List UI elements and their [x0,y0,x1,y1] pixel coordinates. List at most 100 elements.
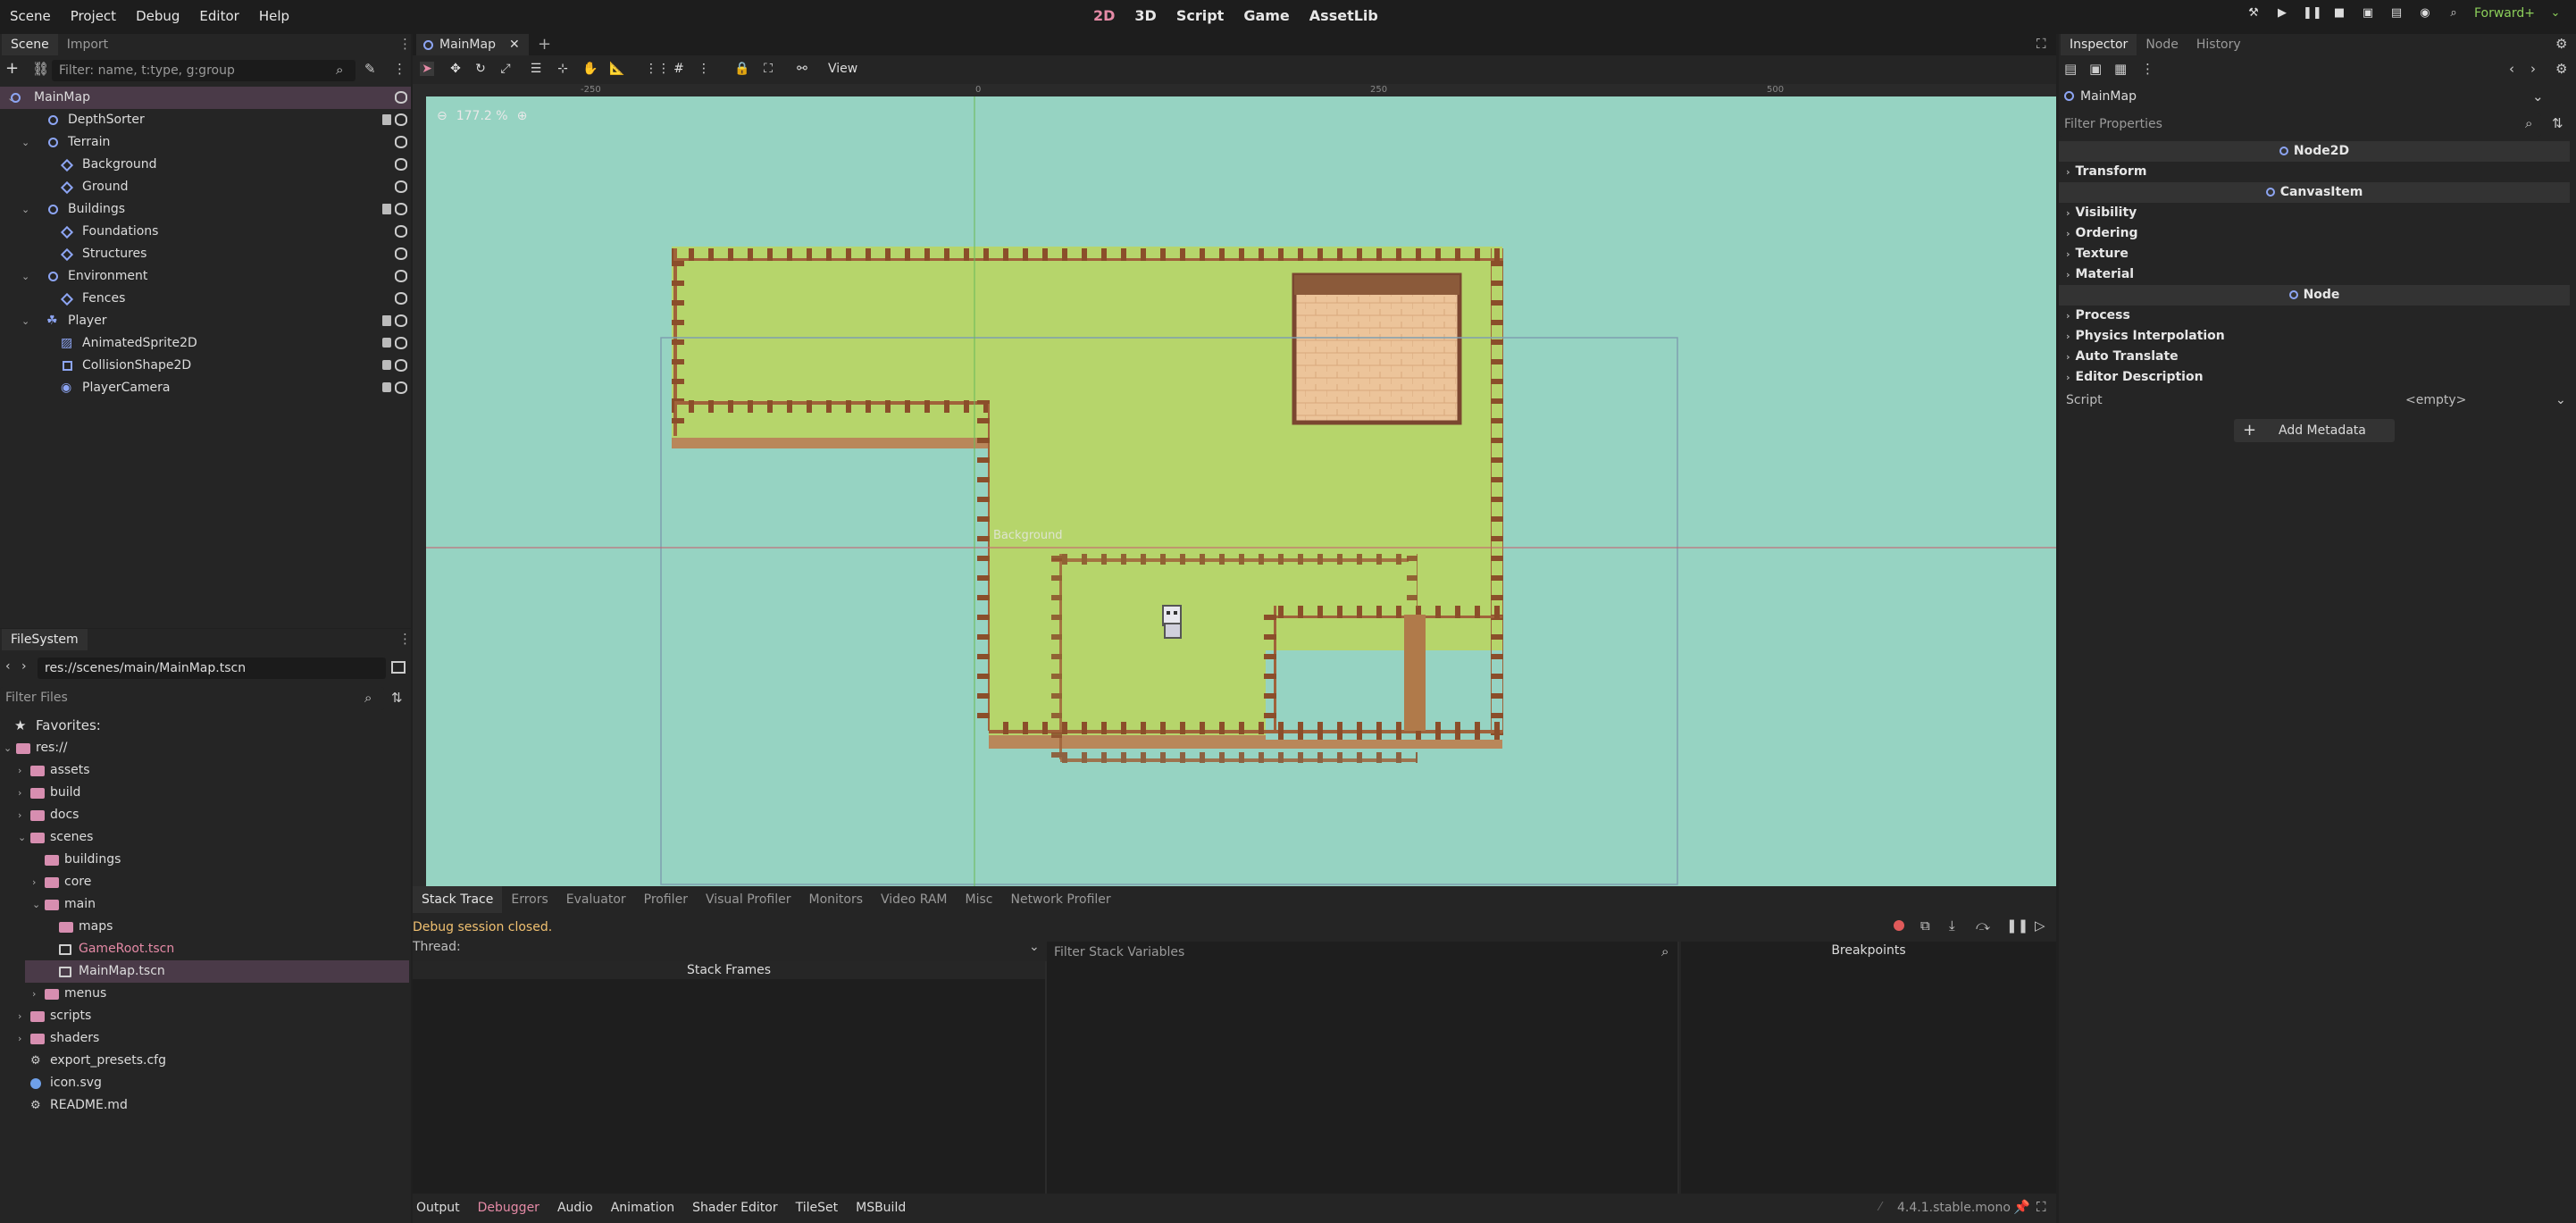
visibility-eye-icon[interactable] [395,359,407,372]
zoom-in-icon[interactable]: ⊕ [517,109,528,123]
debugger-tab-visual-profiler[interactable]: Visual Profiler [697,886,800,913]
resource-menu-icon[interactable]: ⋮ [2141,61,2154,77]
scene-filter-input[interactable]: Filter: name, t:type, g:group [52,60,355,81]
visibility-eye-icon[interactable] [395,314,407,327]
bottom-tab-shader-editor[interactable]: Shader Editor [692,1201,777,1215]
visibility-eye-icon[interactable] [395,270,407,282]
debugger-tab-errors[interactable]: Errors [502,886,556,913]
canvas-viewport[interactable]: Background ⊖ 177.2 % ⊕ [426,96,2056,886]
file-tree-item[interactable]: › assets [0,759,411,782]
scene-tree-item[interactable]: ◉ PlayerCamera [0,377,411,399]
mode-script[interactable]: Script [1176,5,1224,27]
list-select-icon[interactable]: ☰ [529,62,543,76]
script-icon[interactable] [382,315,391,326]
dock-menu-icon[interactable]: ⋮ [398,631,412,647]
path-field[interactable]: res://scenes/main/MainMap.tscn [38,658,386,679]
chevron-down-icon[interactable]: ⌄ [21,131,29,154]
visibility-eye-icon[interactable] [395,337,407,349]
mode-2d[interactable]: 2D [1093,5,1115,27]
play-scene-icon[interactable]: ▣ [2360,5,2376,21]
debugger-tab-misc[interactable]: Misc [957,886,1002,913]
file-tree-item[interactable]: › docs [0,804,411,826]
file-tree-item[interactable]: buildings [0,849,411,871]
bottom-tab-debugger[interactable]: Debugger [478,1201,539,1215]
inspector-section[interactable]: › Visibility [2066,203,2137,223]
object-menu-icon[interactable]: ⚙ [2555,61,2567,77]
link-icon[interactable]: ⛓ [32,61,49,77]
new-resource-icon[interactable]: ▤ [2064,61,2077,77]
chevron-down-icon[interactable]: ⌄ [21,310,29,332]
distraction-free-icon[interactable]: ⛶ [2037,36,2046,52]
inspector-section[interactable]: › Material [2066,264,2134,285]
debugger-tab-monitors[interactable]: Monitors [800,886,873,913]
select-tool-icon[interactable]: ➤ [420,62,434,76]
property-filter-input[interactable]: Filter Properties [2059,113,2541,137]
breakpoint-icon[interactable] [1894,920,1904,931]
scene-menu-icon[interactable]: ⋮ [393,61,406,77]
bottom-tab-tileset[interactable]: TileSet [796,1201,839,1215]
chevron-down-icon[interactable]: ⌄ [21,265,29,288]
scene-tree-item[interactable]: ⌄ ☘ Player [0,310,411,332]
visibility-eye-icon[interactable] [395,180,407,193]
lock-icon[interactable] [382,382,391,392]
script-icon[interactable] [382,204,391,214]
menu-project[interactable]: Project [61,5,126,27]
scene-tree-item[interactable]: Fences [0,288,411,310]
visibility-eye-icon[interactable] [395,203,407,215]
bottom-tab-audio[interactable]: Audio [557,1201,593,1215]
file-tree-item[interactable]: ⚙ README.md [0,1094,411,1117]
history-forward-icon[interactable]: › [2530,61,2536,77]
add-node-icon[interactable]: + [5,59,19,78]
visibility-eye-icon[interactable] [395,158,407,171]
file-tree-item[interactable]: ⚙ export_presets.cfg [0,1050,411,1072]
visibility-eye-icon[interactable] [395,225,407,238]
group-icon[interactable]: ⛶ [761,62,775,76]
scene-tree-item[interactable]: CollisionShape2D [0,355,411,377]
zoom-out-icon[interactable]: ⊖ [437,109,447,123]
file-tree-item[interactable]: › shaders [0,1027,411,1050]
step-over-icon[interactable]: ⤼ [1976,917,1990,934]
scene-tree-item[interactable]: ⌄ MainMap [0,87,411,109]
renderer-select[interactable]: Forward+ [2474,6,2535,21]
filter-options-icon[interactable]: ⇅ [2552,115,2563,131]
thread-selector[interactable]: Thread: ⌄ [413,940,1045,958]
bottom-tab-msbuild[interactable]: MSBuild [856,1201,906,1215]
snap-options-icon[interactable]: ⋮ [697,62,711,76]
scene-tree-item[interactable]: DepthSorter [0,109,411,131]
favorites-row[interactable]: ★ Favorites: [0,715,411,737]
lock-icon[interactable] [382,360,391,370]
tab-scene[interactable]: Scene [2,34,58,55]
copy-icon[interactable]: ⧉ [1920,917,1930,934]
chevron-down-icon[interactable]: ⌄ [32,893,40,916]
mode-game[interactable]: Game [1243,5,1289,27]
stop-icon[interactable]: ■ [2331,5,2347,21]
chevron-right-icon[interactable]: › [32,871,36,893]
debugger-tab-profiler[interactable]: Profiler [635,886,697,913]
pan-tool-icon[interactable]: ✋ [582,62,598,76]
chevron-down-icon[interactable]: ⌄ [18,826,26,849]
split-view-icon[interactable] [391,661,406,674]
mode-assetlib[interactable]: AssetLib [1309,5,1378,27]
file-tree-item[interactable]: › build [0,782,411,804]
lock-icon[interactable]: 🔒 [734,62,749,76]
tab-import[interactable]: Import [58,34,117,55]
menu-editor[interactable]: Editor [189,5,248,27]
chevron-down-icon[interactable]: ⌄ [21,198,29,221]
play-custom-scene-icon[interactable]: ▤ [2388,5,2405,21]
scene-tree-item[interactable]: ⌄ Buildings [0,198,411,221]
file-tree-item[interactable]: › menus [0,983,411,1005]
inspector-section[interactable]: › Editor Description [2066,367,2204,388]
expand-panel-icon[interactable]: ⛶ [2037,1199,2046,1215]
script-property[interactable]: Script <empty> ⌄ [2059,390,2570,411]
script-value[interactable]: <empty> [2405,390,2466,411]
scene-tree-item[interactable]: ▨ AnimatedSprite2D [0,332,411,355]
grid-snap-icon[interactable]: # [672,62,686,76]
debugger-tab-video-ram[interactable]: Video RAM [872,886,957,913]
file-tree-item[interactable]: icon.svg [0,1072,411,1094]
script-filter-icon[interactable]: ✎ [364,61,376,77]
file-tree-item[interactable]: ⌄ res:// [0,737,411,759]
close-icon[interactable]: ✕ [509,34,520,55]
inspector-section[interactable]: › Texture [2066,244,2129,264]
play-icon[interactable]: ▶ [2274,5,2290,21]
scene-tree-item[interactable]: Foundations [0,221,411,243]
